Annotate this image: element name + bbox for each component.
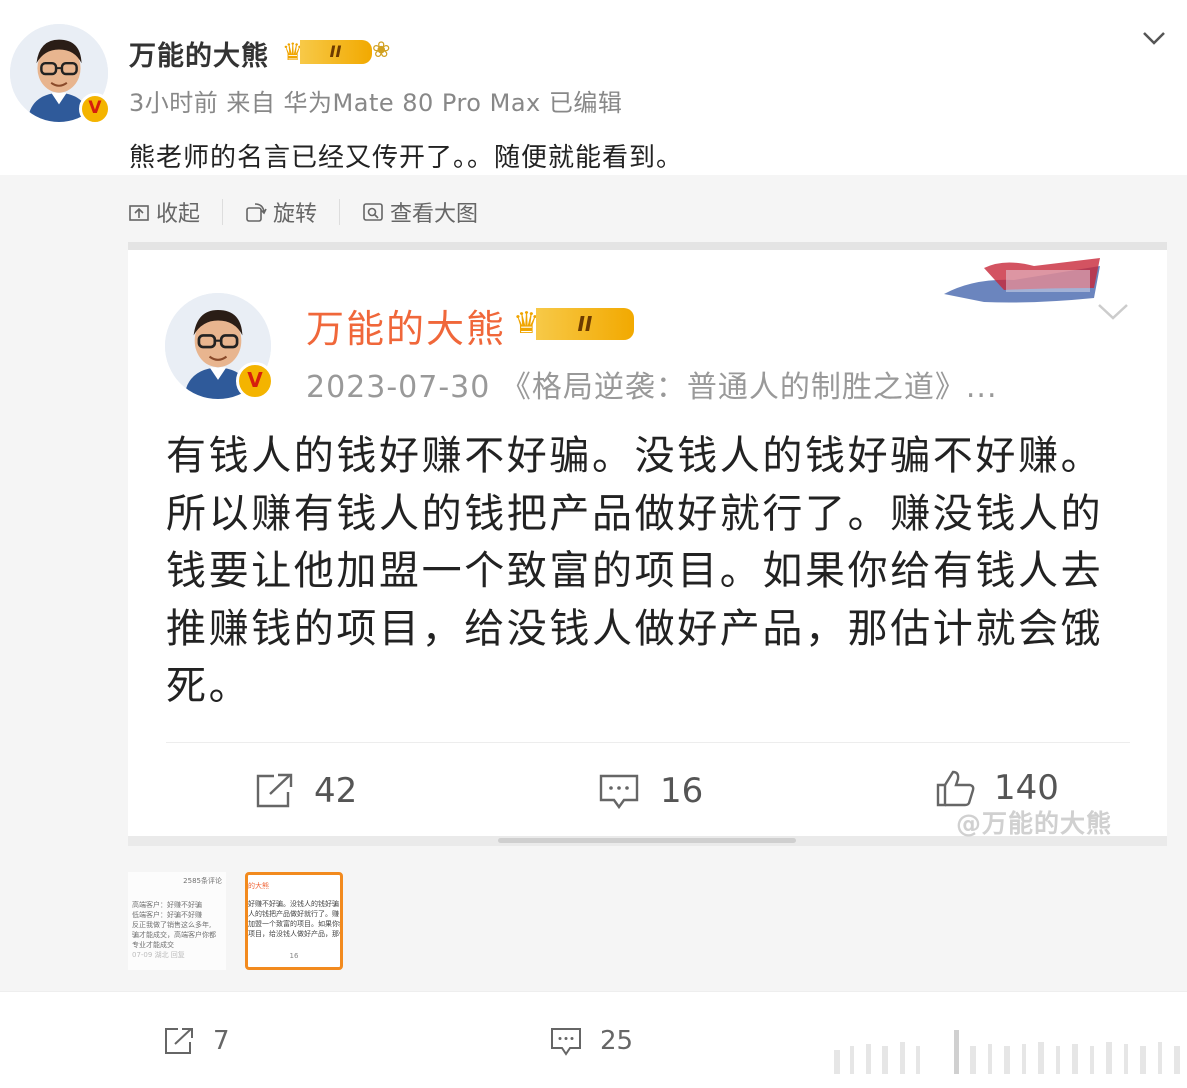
view-large-button[interactable]: 查看大图: [362, 196, 478, 228]
embedded-post-text: 有钱人的钱好赚不好骗。没钱人的钱好骗不好赚。 所以赚有钱人的钱把产品做好就行了。…: [166, 428, 1106, 716]
thumb-footer: 16: [289, 952, 299, 960]
comment-button[interactable]: 25: [550, 1026, 633, 1056]
rotate-label: 旋转: [273, 202, 318, 227]
like-button-faded[interactable]: [820, 1028, 1187, 1078]
toolbar-divider: [222, 199, 224, 225]
divider: [0, 991, 1187, 992]
share-button[interactable]: 7: [163, 1026, 230, 1056]
share-count: 7: [213, 1026, 230, 1056]
like-count: 140: [994, 768, 1059, 808]
chevron-down-icon: [1098, 304, 1128, 320]
toolbar-divider: [339, 199, 341, 225]
embedded-member-level-badge: ♛ II: [513, 306, 634, 341]
image-thumbnail-selected[interactable]: 的大熊 好赚不好骗。没钱人的钱好骗 人的钱把产品做好就行了。赚 加盟一个致富的项…: [245, 872, 343, 970]
member-level-badge[interactable]: ♛ II: [282, 38, 372, 66]
thumb-line: 低端客户：好骗不好赚: [132, 911, 202, 919]
thumb-line: 加盟一个致富的项目。如果你给: [248, 920, 343, 928]
thumb-header: 的大熊: [248, 882, 269, 890]
embedded-post-meta: 2023-07-30 《格局逆袭：普通人的制胜之道》...: [306, 370, 998, 405]
post-text: 熊老师的名言已经又传开了。。随便就能看到。: [129, 143, 684, 173]
image-scrollbar-thumb[interactable]: [498, 838, 796, 843]
thumb-line: 项目，给没钱人做好产品，那估: [248, 930, 343, 938]
embedded-share-action: 42: [254, 771, 357, 811]
member-level-label: II: [535, 307, 634, 340]
view-large-label: 查看大图: [390, 202, 479, 227]
thumbs-up-icon: [936, 770, 975, 807]
quote-line: 推赚钱的项目，给没钱人做好产品，那估计就会饿: [166, 605, 1104, 652]
quote-line: 钱要让他加盟一个致富的项目。如果你给有钱人去: [166, 548, 1104, 594]
post-meta: 3小时前 来自 华为Mate 80 Pro Max 已编辑: [129, 89, 623, 117]
thumb-line: 专业才能成交: [132, 941, 174, 949]
view-large-icon: [363, 203, 383, 221]
verified-v-icon: V: [236, 362, 274, 400]
stamp-logo-icon: [944, 258, 1100, 303]
image-toolbar: 收起 旋转 查看大图: [128, 196, 478, 228]
thumb-line: 骗才能成交，高端客户你都: [132, 931, 216, 939]
thumb-line: 人的钱把产品做好就行了。赚: [248, 910, 339, 918]
divider: [166, 742, 1130, 743]
rotate-icon: [246, 203, 267, 222]
share-icon: [165, 1028, 193, 1054]
quote-line: 有钱人的钱好赚不好骗。没钱人的钱好骗不好赚。: [166, 433, 1104, 479]
quote-line: 死。: [166, 663, 252, 709]
comment-icon: [599, 774, 639, 810]
image-thumbnail[interactable]: 2585条评论 高端客户：好赚不好骗 低端客户：好骗不好赚 反正我做了销售这么多…: [128, 872, 226, 970]
comment-count: 16: [660, 771, 704, 811]
flower-icon: ❀: [372, 38, 391, 63]
comment-count: 25: [600, 1026, 634, 1056]
share-count: 42: [314, 771, 358, 811]
thumb-footer: 07-09 湖北 回复: [132, 951, 185, 959]
share-icon: [256, 773, 293, 808]
quote-line: 所以赚有钱人的钱把产品做好就行了。赚没钱人的: [166, 490, 1104, 537]
collapse-button[interactable]: 收起: [128, 196, 200, 228]
chevron-down-icon[interactable]: [1141, 27, 1167, 49]
thumb-line: 好赚不好骗。没钱人的钱好骗: [248, 900, 339, 908]
thumb-line: 高端客户：好赚不好骗: [132, 901, 202, 909]
embedded-comment-action: 16: [598, 771, 703, 811]
comment-icon: [551, 1028, 581, 1056]
verified-v-icon: V: [79, 93, 111, 125]
rotate-button[interactable]: 旋转: [245, 196, 317, 228]
collapse-icon: [129, 205, 149, 221]
thumb-header: 2585条评论: [183, 877, 222, 885]
thumb-line: 反正我做了销售这么多年,: [132, 921, 212, 929]
embedded-author-name: 万能的大熊: [306, 307, 507, 351]
weibo-watermark: @万能的大熊: [956, 809, 1113, 838]
embedded-like-action: 140: [934, 768, 1059, 808]
member-level-label: II: [299, 40, 372, 64]
collapse-label: 收起: [156, 202, 201, 227]
author-name[interactable]: 万能的大熊: [129, 34, 269, 73]
